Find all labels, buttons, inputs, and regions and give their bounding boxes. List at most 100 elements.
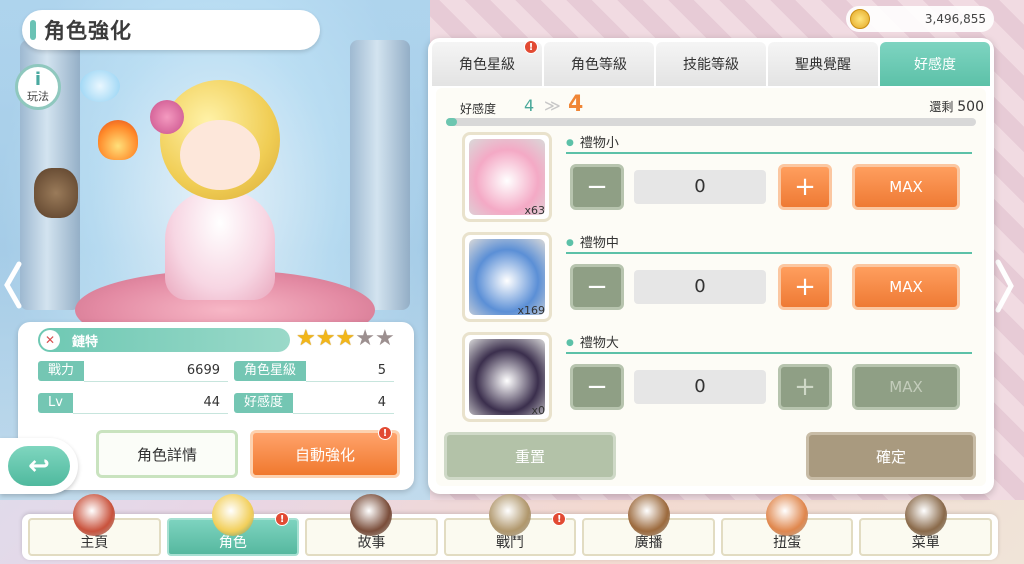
castle-icon <box>73 494 116 536</box>
affinity-current: 4 <box>524 96 535 115</box>
help-button[interactable]: i 玩法 <box>15 64 61 110</box>
plus-icon: + <box>794 272 816 302</box>
gift-count: x63 <box>524 204 545 217</box>
affinity-label: 好感度 <box>460 102 497 116</box>
nav-item-7[interactable]: 菜單 <box>859 494 993 556</box>
button-label: MAX <box>889 278 923 296</box>
page-title: 角色強化 <box>22 10 320 50</box>
hair-flower <box>150 100 184 134</box>
character-detail-button[interactable]: 角色詳情 <box>96 430 238 478</box>
max-button[interactable]: MAX <box>852 164 960 210</box>
decrease-button[interactable]: − <box>570 164 624 210</box>
button-label: 角色詳情 <box>136 445 197 464</box>
stat-label: 戰力 <box>38 361 85 381</box>
notification-badge: ! <box>275 512 290 526</box>
sword-icon: ✕ <box>40 330 60 350</box>
stat-star-grade: 角色星級 5 <box>234 360 394 382</box>
gift-icon-frame: x63 <box>462 132 552 222</box>
star-icon: ★ <box>335 326 356 351</box>
reset-button[interactable]: 重置 <box>444 432 616 480</box>
auto-enhance-button[interactable]: 自動強化 <box>250 430 400 478</box>
plus-icon: + <box>794 172 816 202</box>
character-portrait <box>140 60 300 300</box>
gift-name: 禮物中 <box>566 232 619 251</box>
button-label: 重置 <box>514 447 545 466</box>
next-character-arrow-icon[interactable] <box>994 258 1014 314</box>
gift-row: x63 禮物小 − 0 + MAX <box>450 132 972 228</box>
nav-item-2[interactable]: 角色 ! <box>166 494 300 556</box>
character-face <box>180 120 260 190</box>
gift-count: x169 <box>517 304 545 317</box>
page-title-text: 角色強化 <box>44 19 132 43</box>
stat-value: 5 <box>306 360 394 382</box>
star-icon: ★ <box>374 326 395 351</box>
gift-row: x169 禮物中 − 0 + MAX <box>450 232 972 328</box>
star-icon: ★ <box>355 326 375 351</box>
sword-icon <box>489 494 532 536</box>
max-button[interactable]: MAX <box>852 364 960 410</box>
increase-button[interactable]: + <box>778 164 832 210</box>
nav-item-1[interactable]: 主頁 <box>28 494 161 556</box>
stat-level: Lv 44 <box>38 392 228 414</box>
tab-5[interactable]: 好感度 <box>880 42 990 86</box>
button-label: MAX <box>889 178 923 196</box>
tab-1[interactable]: 角色星級! <box>432 40 542 86</box>
affinity-progress-bar <box>446 118 976 126</box>
tab-2[interactable]: 角色等級 <box>544 42 654 86</box>
tab-4[interactable]: 聖典覺醒 <box>768 42 878 86</box>
radio-icon <box>627 494 670 536</box>
enhance-panel: 角色星級! 角色等級 技能等級 聖典覺醒 好感度 好感度 4 ≫ 4 還剩 500 x6… <box>428 38 994 494</box>
previous-character-arrow-icon[interactable] <box>4 260 22 310</box>
minus-icon: − <box>586 172 608 202</box>
minus-icon: − <box>586 372 608 402</box>
gift-icon-frame: x0 <box>462 332 552 422</box>
decrease-button[interactable]: − <box>570 264 624 310</box>
gear-icon <box>904 494 947 536</box>
character-name: 鏈特 <box>72 334 99 350</box>
character-name-bar: ✕ 鏈特 <box>38 328 290 352</box>
increase-button[interactable]: + <box>778 364 832 410</box>
tab-label: 角色等級 <box>571 57 627 73</box>
notification-badge: ! <box>552 512 567 526</box>
button-label: 自動強化 <box>294 445 355 464</box>
stat-label: 好感度 <box>234 393 294 413</box>
tab-3[interactable]: 技能等級 <box>656 42 766 86</box>
max-button[interactable]: MAX <box>852 264 960 310</box>
nav-item-4[interactable]: 戰鬥 ! <box>443 494 577 556</box>
arrow-icon: ≫ <box>544 96 561 115</box>
decrease-button[interactable]: − <box>570 364 624 410</box>
tab-label: 好感度 <box>914 57 956 73</box>
gift-count: x0 <box>531 404 545 417</box>
affinity-level-row: 好感度 4 ≫ 4 還剩 500 <box>450 92 984 118</box>
button-label: 確定 <box>875 447 906 466</box>
stat-power: 戰力 6699 <box>38 360 228 382</box>
plus-icon: + <box>794 372 816 402</box>
coin-icon <box>850 9 870 29</box>
nav-item-6[interactable]: 扭蛋 <box>720 494 854 556</box>
gold-counter: 3,496,855 <box>846 6 994 32</box>
button-label: MAX <box>889 378 923 396</box>
nav-item-5[interactable]: 廣播 <box>582 494 715 556</box>
quantity-field[interactable]: 0 <box>634 170 766 204</box>
increase-button[interactable]: + <box>778 264 832 310</box>
bottom-navigation: 主頁 角色 ! 故事 戰鬥 ! 廣播 扭蛋 菜單 <box>22 494 998 560</box>
stat-label: Lv <box>38 393 73 413</box>
gacha-icon <box>766 494 809 536</box>
star-icon: ★ <box>296 326 316 351</box>
character-dress <box>165 190 275 300</box>
back-button[interactable]: ↩ <box>0 438 78 494</box>
gold-amount: 3,496,855 <box>924 12 986 26</box>
divider <box>566 152 972 154</box>
quantity-field[interactable]: 0 <box>634 270 766 304</box>
info-icon: i <box>34 69 42 90</box>
quantity-field[interactable]: 0 <box>634 370 766 404</box>
notification-badge: ! <box>378 426 392 440</box>
tab-label: 聖典覺醒 <box>795 57 851 73</box>
help-label: 玩法 <box>27 90 49 103</box>
affinity-remaining: 還剩 500 <box>929 98 984 115</box>
nav-item-3[interactable]: 故事 <box>305 494 438 556</box>
character-icon <box>211 494 254 536</box>
confirm-button[interactable]: 確定 <box>806 432 976 480</box>
affinity-next: 4 <box>568 92 584 117</box>
affinity-content: 好感度 4 ≫ 4 還剩 500 x63 禮物小 − 0 + MAX x169 … <box>436 88 986 486</box>
